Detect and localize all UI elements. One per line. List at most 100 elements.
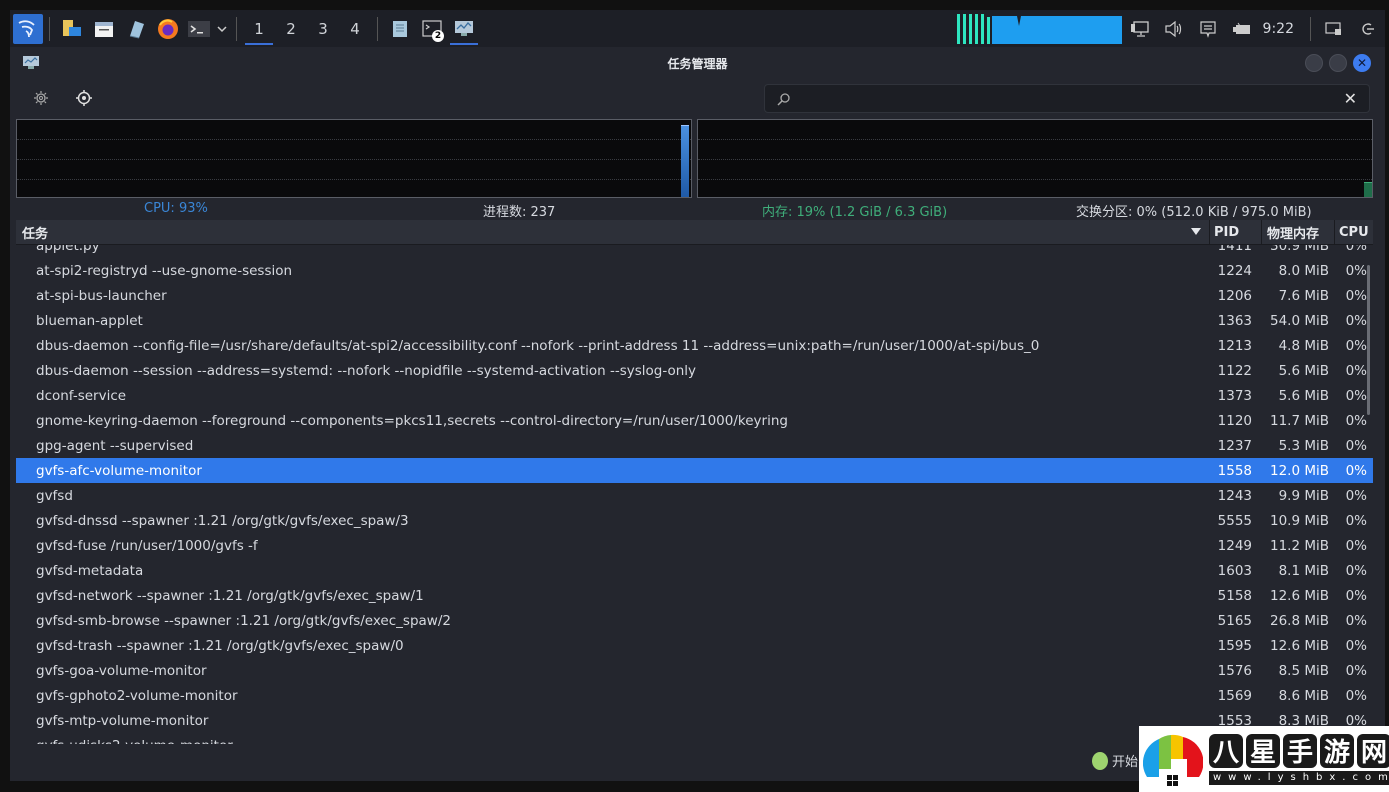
table-row[interactable]: gvfs-goa-volume-monitor 1576 8.5 MiB 0%	[16, 658, 1373, 683]
memory-cell: 9.9 MiB	[1278, 487, 1329, 504]
table-row[interactable]: gvfsd-dnssd --spawner :1.21 /org/gtk/gvf…	[16, 508, 1373, 533]
watermark-url: www.lyshbx.com	[1209, 770, 1389, 785]
crosshair-icon	[76, 90, 92, 106]
workspace-1[interactable]: 1	[243, 10, 275, 47]
file-manager-launcher[interactable]	[56, 10, 88, 47]
text-editor-launcher[interactable]	[120, 10, 152, 47]
table-row[interactable]: applet.py 1411 30.9 MiB 0%	[16, 245, 1373, 258]
column-header-cpu[interactable]: CPU	[1334, 220, 1373, 245]
table-row[interactable]: gvfsd-trash --spawner :1.21 /org/gtk/gvf…	[16, 633, 1373, 658]
task-task-manager[interactable]	[448, 10, 480, 47]
panel-separator	[1310, 16, 1311, 41]
table-row[interactable]: gvfsd 1243 9.9 MiB 0%	[16, 483, 1373, 508]
column-label: 任务	[22, 227, 49, 242]
logout-button[interactable]	[1351, 10, 1385, 47]
table-row[interactable]: gvfsd-metadata 1603 8.1 MiB 0%	[16, 558, 1373, 583]
lock-screen-button[interactable]	[1317, 10, 1351, 47]
maximize-button[interactable]	[1329, 54, 1347, 72]
cpu-cell: 0%	[1345, 312, 1367, 329]
chevron-down-icon	[217, 25, 227, 32]
memory-cell: 8.0 MiB	[1278, 262, 1329, 279]
cpu-usage-panel-graph[interactable]	[957, 14, 1122, 44]
search-input[interactable]	[795, 88, 1325, 109]
table-row[interactable]: gvfsd-fuse /run/user/1000/gvfs -f 1249 11.…	[16, 533, 1373, 558]
process-name-cell: gvfsd-smb-browse --spawner :1.21 /org/gt…	[36, 612, 451, 629]
terminal-dropdown[interactable]	[214, 10, 230, 47]
memory-cell: 8.6 MiB	[1278, 687, 1329, 704]
kali-menu-button[interactable]	[13, 13, 43, 44]
terminal-launcher[interactable]	[184, 10, 214, 47]
memory-cell: 12.6 MiB	[1269, 587, 1329, 604]
memory-cell: 5.3 MiB	[1278, 437, 1329, 454]
folder-launcher[interactable]	[88, 10, 120, 47]
table-row[interactable]: dbus-daemon --config-file=/usr/share/def…	[16, 333, 1373, 358]
table-row[interactable]: at-spi2-registryd --use-gnome-session 122…	[16, 258, 1373, 283]
pid-cell: 1249	[1217, 537, 1252, 554]
column-header-task[interactable]: 任务	[16, 220, 1209, 245]
clock[interactable]: 9:22	[1263, 21, 1294, 37]
settings-button[interactable]	[30, 87, 52, 109]
table-row[interactable]: blueman-applet 1363 54.0 MiB 0%	[16, 308, 1373, 333]
swap-stat: 交换分区: 0% (512.0 KiB / 975.0 MiB)	[1076, 205, 1312, 220]
cpu-cell: 0%	[1345, 637, 1367, 654]
cpu-cell: 0%	[1345, 412, 1367, 429]
minimize-button[interactable]	[1305, 54, 1323, 72]
close-button[interactable]: ✕	[1353, 54, 1371, 72]
table-row[interactable]: gpg-agent --supervised 1237 5.3 MiB 0%	[16, 433, 1373, 458]
pid-cell: 1363	[1217, 312, 1252, 329]
workspace-4[interactable]: 4	[339, 10, 371, 47]
workspace-2[interactable]: 2	[275, 10, 307, 47]
select-window-button[interactable]	[73, 87, 95, 109]
graph-gridline	[698, 159, 1372, 160]
watermark-house-icon	[1142, 729, 1204, 789]
cpu-cell: 0%	[1345, 537, 1367, 554]
process-name-cell: gvfsd-fuse /run/user/1000/gvfs -f	[36, 537, 258, 554]
table-header: 任务 PID 物理内存 CPU	[16, 220, 1373, 245]
lock-screen-icon	[1325, 21, 1341, 35]
title-bar[interactable]: 任务管理器 ✕	[10, 47, 1385, 79]
firefox-launcher[interactable]	[152, 10, 184, 47]
power-indicator[interactable]	[1225, 10, 1259, 47]
logout-icon	[1362, 22, 1374, 35]
process-name-cell: gvfsd-trash --spawner :1.21 /org/gtk/gvf…	[36, 637, 404, 654]
task-manager-window: 任务管理器 ✕ ✕ CPU: 93% 进程数: 237 内存: 19% (1.2…	[10, 47, 1385, 781]
top-panel: 1 2 3 4 2 9:22	[10, 10, 1385, 47]
memory-cell: 30.9 MiB	[1269, 245, 1329, 254]
clear-search-icon[interactable]: ✕	[1344, 89, 1357, 108]
watermark-title: 八星手游网	[1209, 733, 1389, 768]
cpu-cell: 0%	[1345, 562, 1367, 579]
table-row[interactable]: gvfs-gphoto2-volume-monitor 1569 8.6 MiB 0%	[16, 683, 1373, 708]
process-name-cell: dbus-daemon --config-file=/usr/share/def…	[36, 337, 1040, 354]
table-body: applet.py 1411 30.9 MiB 0% at-spi2-registryd…	[16, 245, 1373, 744]
table-row[interactable]: gvfsd-smb-browse --spawner :1.21 /org/gt…	[16, 608, 1373, 633]
table-row[interactable]: dbus-daemon --session --address=systemd:…	[16, 358, 1373, 383]
task-mousepad[interactable]	[384, 10, 416, 47]
pid-cell: 1224	[1217, 262, 1252, 279]
vertical-scrollbar[interactable]	[1367, 265, 1370, 415]
table-row[interactable]: dconf-service 1373 5.6 MiB 0%	[16, 383, 1373, 408]
memory-cell: 5.6 MiB	[1278, 362, 1329, 379]
memory-cell: 4.8 MiB	[1278, 337, 1329, 354]
table-row[interactable]: gnome-keyring-daemon --foreground --comp…	[16, 408, 1373, 433]
task-terminal[interactable]: 2	[416, 10, 448, 47]
graph-gridline	[17, 179, 691, 180]
memory-cell: 7.6 MiB	[1278, 287, 1329, 304]
workspace-3[interactable]: 3	[307, 10, 339, 47]
pid-cell: 1576	[1217, 662, 1252, 679]
process-name-cell: gvfs-mtp-volume-monitor	[36, 712, 209, 729]
pid-cell: 1237	[1217, 437, 1252, 454]
search-icon	[777, 91, 791, 110]
network-indicator[interactable]	[1123, 10, 1157, 47]
column-header-pid[interactable]: PID	[1209, 220, 1261, 245]
table-row[interactable]: gvfsd-network --spawner :1.21 /org/gtk/g…	[16, 583, 1373, 608]
volume-indicator[interactable]	[1157, 10, 1191, 47]
notifications-indicator[interactable]	[1191, 10, 1225, 47]
pid-cell: 1411	[1217, 245, 1252, 254]
cpu-cell: 0%	[1345, 512, 1367, 529]
table-row[interactable]: gvfs-afc-volume-monitor 1558 12.0 MiB 0%	[16, 458, 1373, 483]
process-name-cell: gvfs-gphoto2-volume-monitor	[36, 687, 238, 704]
column-header-memory[interactable]: 物理内存	[1261, 220, 1334, 245]
table-row[interactable]: at-spi-bus-launcher 1206 7.6 MiB 0%	[16, 283, 1373, 308]
usage-stats: CPU: 93% 进程数: 237 内存: 19% (1.2 GiB / 6.3…	[16, 199, 1373, 220]
cpu-stat: CPU: 93%	[144, 201, 208, 216]
